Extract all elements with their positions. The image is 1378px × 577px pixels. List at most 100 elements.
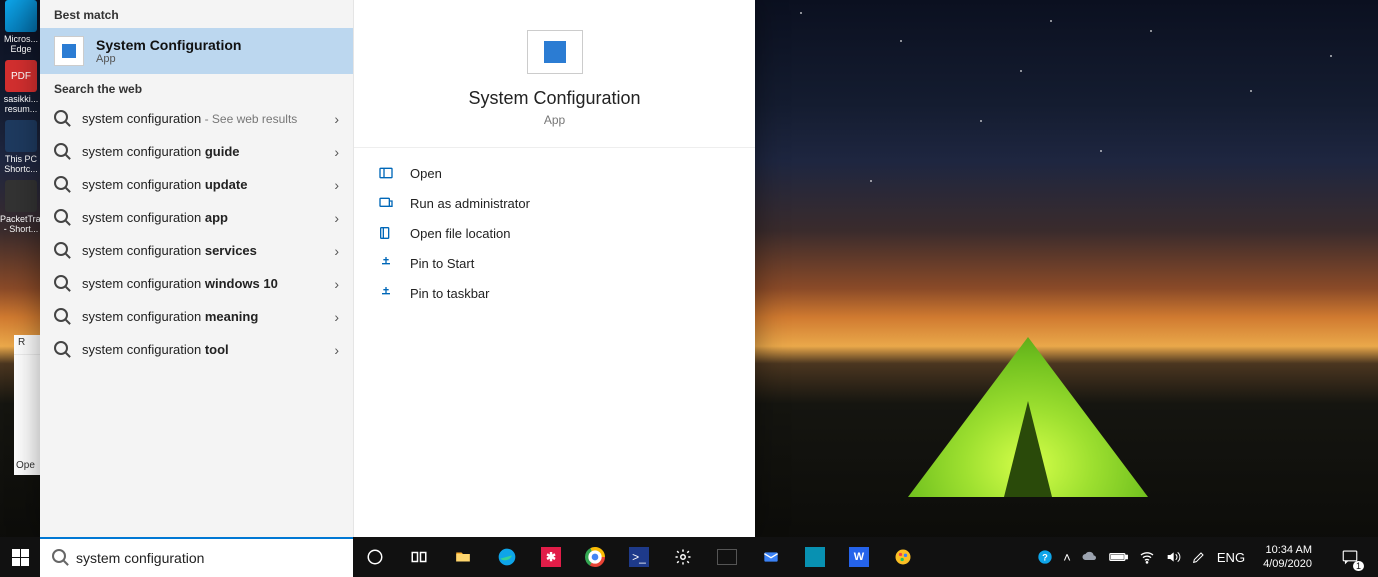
pin-taskbar-icon xyxy=(378,285,394,301)
action-center-button[interactable]: 1 xyxy=(1330,537,1370,577)
search-input[interactable] xyxy=(76,550,341,566)
search-detail-pane: System Configuration App Open Run as adm… xyxy=(353,0,755,537)
help-icon[interactable]: ? xyxy=(1037,549,1053,565)
file-explorer-button[interactable] xyxy=(441,537,485,577)
chevron-right-icon: › xyxy=(334,342,339,358)
web-result[interactable]: system configuration meaning › xyxy=(40,300,353,333)
search-web-header: Search the web xyxy=(40,74,353,102)
action-run-admin[interactable]: Run as administrator xyxy=(354,188,755,218)
desktop-icon-label: Micros... Edge xyxy=(0,34,42,54)
web-result[interactable]: system configuration guide › xyxy=(40,135,353,168)
action-label: Open file location xyxy=(410,226,510,241)
start-search-panel: Best match System Configuration App Sear… xyxy=(40,0,755,537)
search-icon xyxy=(52,549,66,568)
volume-icon[interactable] xyxy=(1165,549,1181,565)
desktop-icon-thispc[interactable]: This PC Shortc... xyxy=(0,120,42,174)
settings-button[interactable] xyxy=(661,537,705,577)
onedrive-icon[interactable] xyxy=(1081,551,1099,563)
run-open-label: Ope xyxy=(16,460,35,471)
action-open-file-location[interactable]: Open file location xyxy=(354,218,755,248)
search-icon xyxy=(54,275,68,292)
action-pin-start[interactable]: Pin to Start xyxy=(354,248,755,278)
web-result[interactable]: system configuration - See web results › xyxy=(40,102,353,135)
best-match-title: System Configuration xyxy=(96,37,241,53)
action-label: Run as administrator xyxy=(410,196,530,211)
web-result[interactable]: system configuration windows 10› xyxy=(40,267,353,300)
detail-title: System Configuration xyxy=(468,88,640,109)
web-result-text: system configuration services xyxy=(82,243,257,258)
desktop-icon-label: sasikki... resum... xyxy=(0,94,42,114)
action-label: Pin to Start xyxy=(410,256,474,271)
paint-button[interactable] xyxy=(881,537,925,577)
app-button-red[interactable]: ✱ xyxy=(529,537,573,577)
tray-expand-icon[interactable]: ˄ xyxy=(1063,550,1071,565)
action-open[interactable]: Open xyxy=(354,158,755,188)
svg-text:?: ? xyxy=(1042,552,1048,562)
chevron-right-icon: › xyxy=(334,243,339,259)
web-result-text: system configuration tool xyxy=(82,342,229,357)
open-icon xyxy=(378,165,394,181)
chrome-button[interactable] xyxy=(573,537,617,577)
desktop-icon-pdf[interactable]: PDF sasikki... resum... xyxy=(0,60,42,114)
taskbar-search-box[interactable] xyxy=(40,537,353,577)
search-icon xyxy=(54,176,68,193)
battery-icon[interactable] xyxy=(1109,551,1129,563)
search-icon xyxy=(54,341,68,358)
folder-icon xyxy=(378,225,394,241)
best-match-subtitle: App xyxy=(96,53,241,65)
system-tray: ? ˄ ENG 10:34 AM 4/09/2020 1 xyxy=(1029,537,1378,577)
chevron-right-icon: › xyxy=(334,210,339,226)
cmd-button[interactable] xyxy=(705,537,749,577)
msconfig-icon xyxy=(54,36,84,66)
chevron-right-icon: › xyxy=(334,276,339,292)
web-result-text: system configuration - See web results xyxy=(82,111,297,126)
msconfig-large-icon xyxy=(527,30,583,74)
search-icon xyxy=(54,308,68,325)
taskbar: ✱ >_ W ? ˄ xyxy=(0,537,1378,577)
best-match-result[interactable]: System Configuration App xyxy=(40,28,353,74)
run-header: R xyxy=(18,337,25,348)
web-result[interactable]: system configuration app › xyxy=(40,201,353,234)
app-button-teal[interactable] xyxy=(793,537,837,577)
task-view-button[interactable] xyxy=(397,537,441,577)
search-icon xyxy=(54,143,68,160)
desktop-icon-label: PacketTra... - Short... xyxy=(0,214,42,234)
edge-button[interactable] xyxy=(485,537,529,577)
mail-button[interactable] xyxy=(749,537,793,577)
search-icon xyxy=(54,110,68,127)
action-label: Pin to taskbar xyxy=(410,286,490,301)
chevron-right-icon: › xyxy=(334,144,339,160)
best-match-header: Best match xyxy=(40,0,353,28)
desktop-icons: Micros... Edge PDF sasikki... resum... T… xyxy=(0,0,42,240)
desktop-icon-edge[interactable]: Micros... Edge xyxy=(0,0,42,54)
word-button[interactable]: W xyxy=(837,537,881,577)
web-result-text: system configuration meaning xyxy=(82,309,258,324)
clock-time: 10:34 AM xyxy=(1263,543,1312,557)
language-indicator[interactable]: ENG xyxy=(1217,550,1245,565)
search-icon xyxy=(54,242,68,259)
web-result[interactable]: system configuration update› xyxy=(40,168,353,201)
notification-badge: 1 xyxy=(1353,561,1364,571)
wifi-icon[interactable] xyxy=(1139,549,1155,565)
chevron-right-icon: › xyxy=(334,177,339,193)
chevron-right-icon: › xyxy=(334,309,339,325)
web-result[interactable]: system configuration tool › xyxy=(40,333,353,366)
pen-icon[interactable] xyxy=(1191,549,1207,565)
action-label: Open xyxy=(410,166,442,181)
chevron-right-icon: › xyxy=(334,111,339,127)
search-icon xyxy=(54,209,68,226)
start-button[interactable] xyxy=(0,537,40,577)
web-result[interactable]: system configuration services › xyxy=(40,234,353,267)
action-pin-taskbar[interactable]: Pin to taskbar xyxy=(354,278,755,308)
powershell-button[interactable]: >_ xyxy=(617,537,661,577)
taskbar-clock[interactable]: 10:34 AM 4/09/2020 xyxy=(1255,543,1320,571)
web-result-text: system configuration guide xyxy=(82,144,240,159)
pin-start-icon xyxy=(378,255,394,271)
cortana-button[interactable] xyxy=(353,537,397,577)
search-results-list: Best match System Configuration App Sear… xyxy=(40,0,353,537)
wallpaper-tent xyxy=(878,337,1178,497)
desktop-icon-packettracer[interactable]: PacketTra... - Short... xyxy=(0,180,42,234)
detail-subtitle: App xyxy=(544,113,565,127)
web-result-text: system configuration app xyxy=(82,210,228,225)
windows-logo-icon xyxy=(12,549,29,566)
